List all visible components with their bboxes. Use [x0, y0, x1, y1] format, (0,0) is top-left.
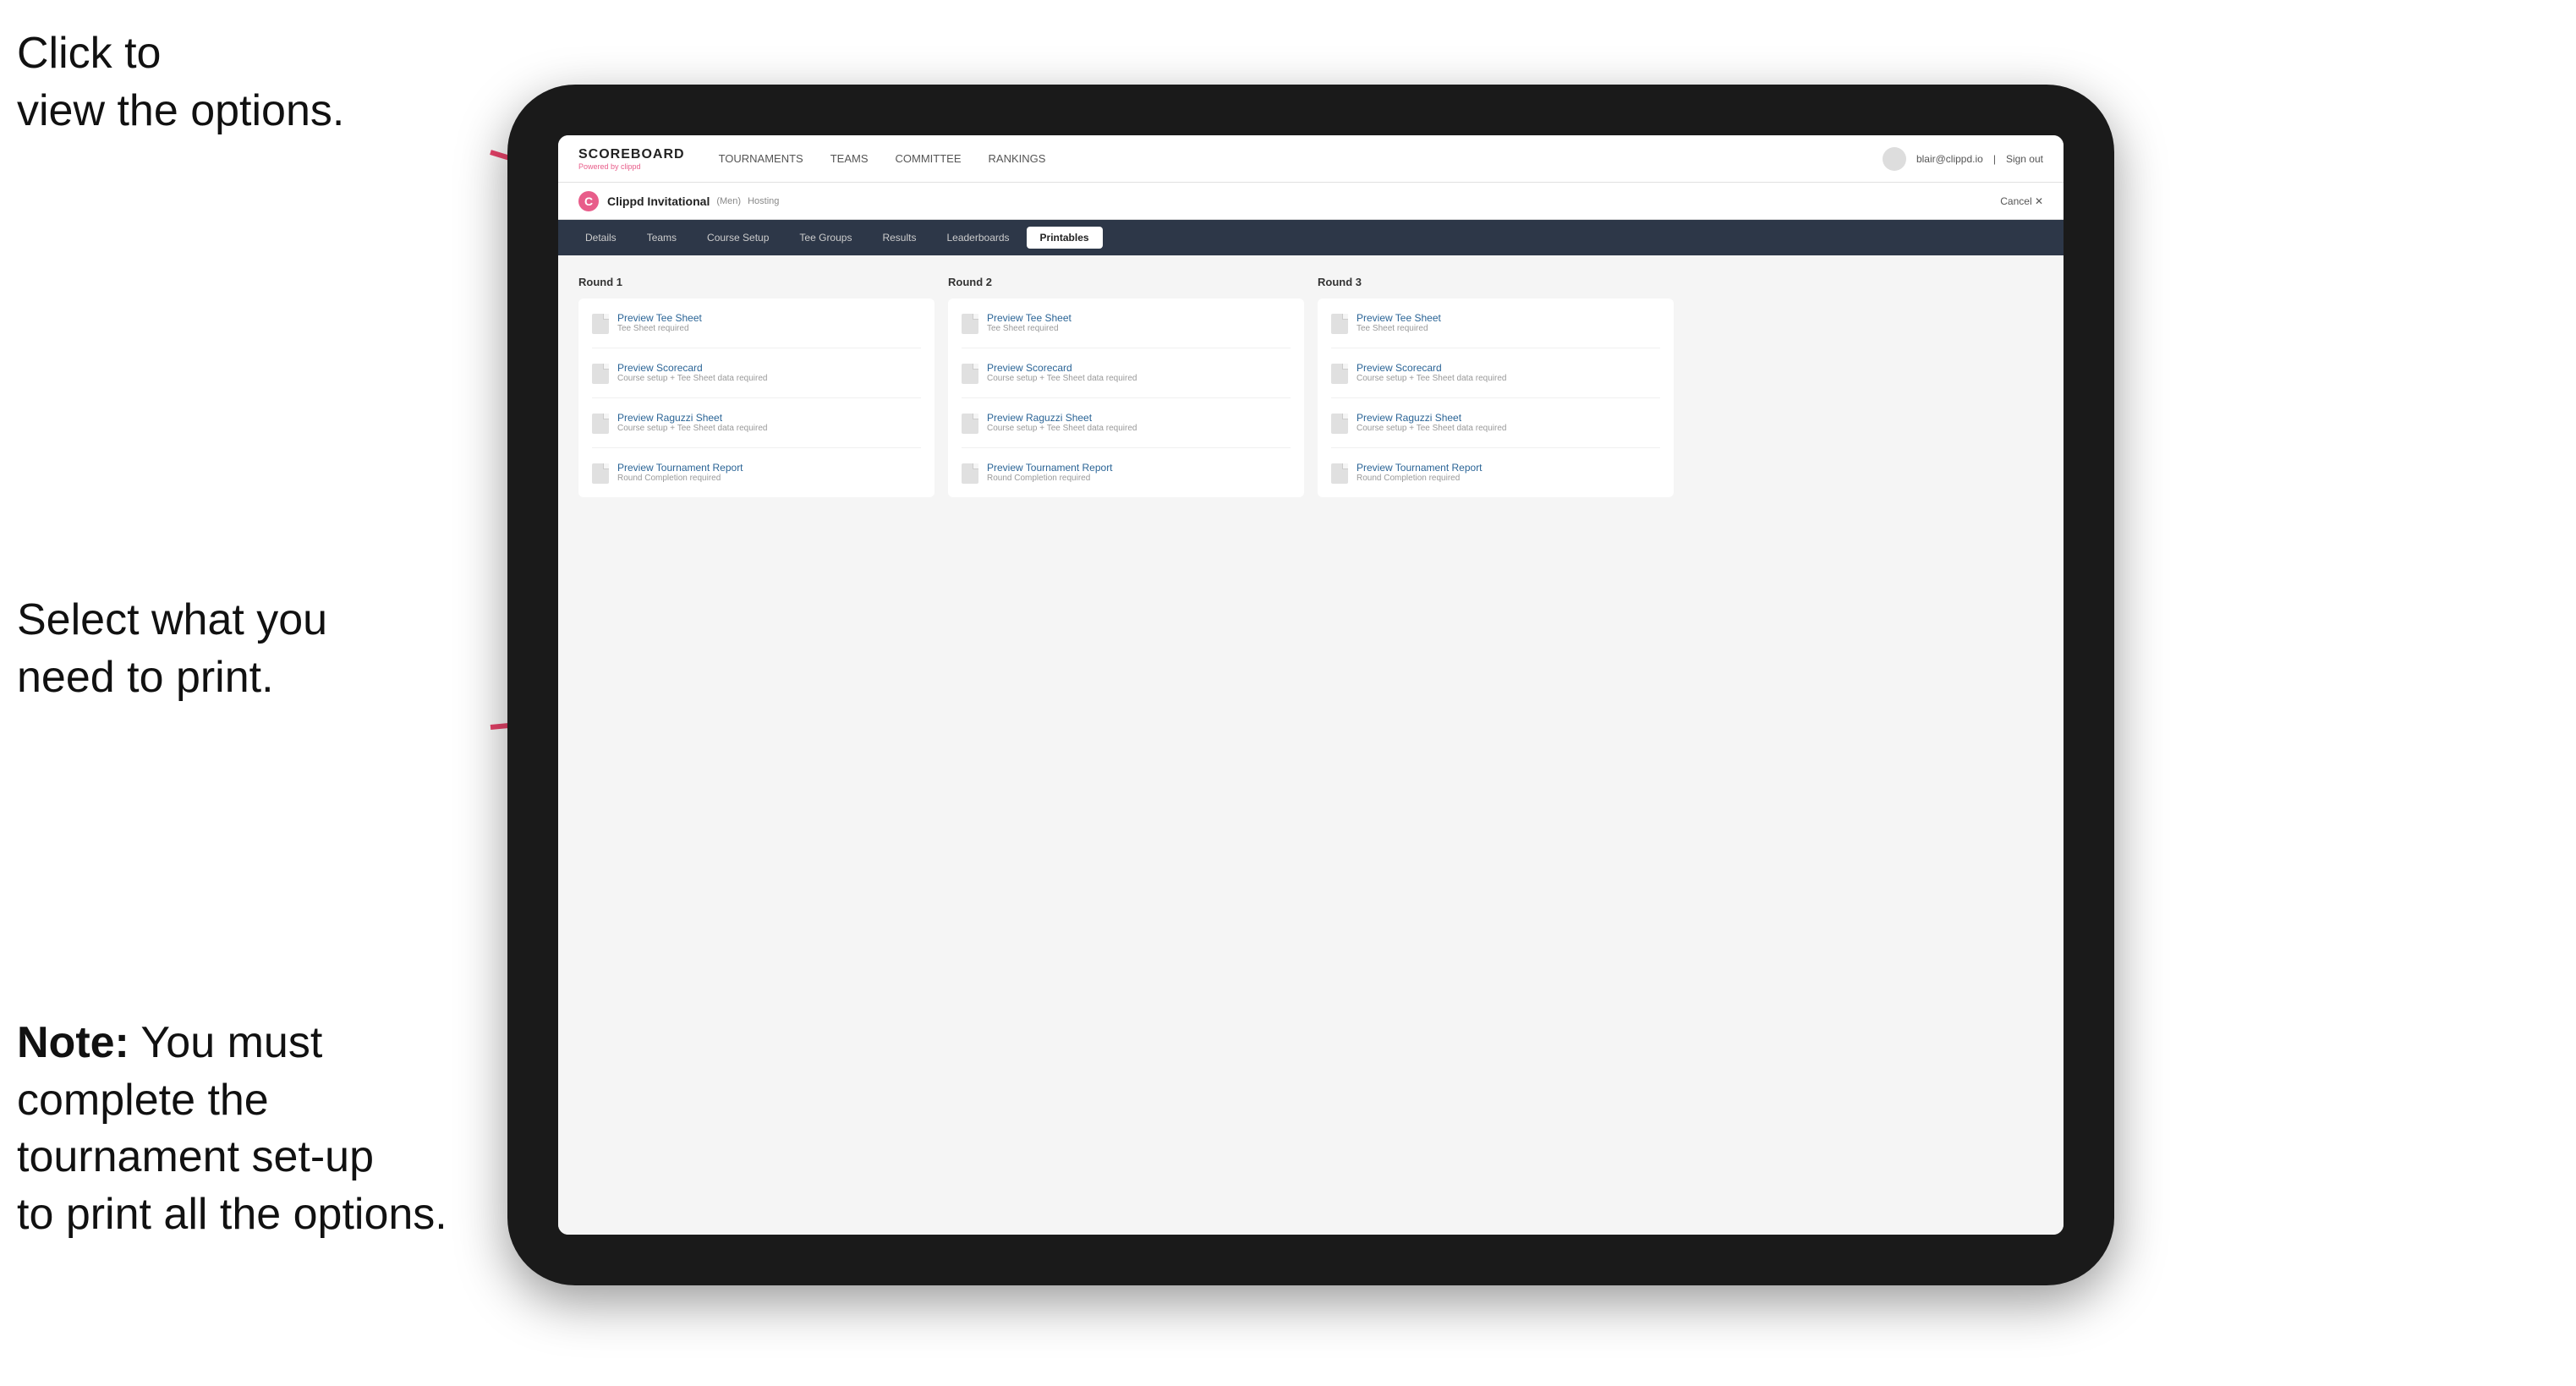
tournament-report-icon-r3: [1331, 463, 1348, 484]
round3-tournament-report[interactable]: Preview Tournament Report Round Completi…: [1331, 462, 1660, 484]
round2-scorecard[interactable]: Preview Scorecard Course setup + Tee She…: [962, 362, 1291, 384]
raguzzi-icon-r2: [962, 414, 978, 434]
round1-tee-sheet[interactable]: Preview Tee Sheet Tee Sheet required: [592, 312, 921, 334]
round1-scorecard[interactable]: Preview Scorecard Course setup + Tee She…: [592, 362, 921, 384]
separator: |: [1993, 153, 1996, 165]
round-1-column: Round 1 Preview Tee Sheet Tee Sheet requ…: [578, 276, 934, 497]
tournament-report-icon: [592, 463, 609, 484]
tab-leaderboards[interactable]: Leaderboards: [933, 227, 1022, 249]
tournament-logo: C: [578, 191, 599, 211]
tee-sheet-icon-r3: [1331, 314, 1348, 334]
round-2-column: Round 2 Preview Tee Sheet Tee Sheet requ…: [948, 276, 1304, 497]
round3-scorecard[interactable]: Preview Scorecard Course setup + Tee She…: [1331, 362, 1660, 384]
brand-sub: Powered by clippd: [578, 162, 685, 171]
tab-results[interactable]: Results: [869, 227, 929, 249]
round1-raguzzi[interactable]: Preview Raguzzi Sheet Course setup + Tee…: [592, 412, 921, 434]
nav-teams[interactable]: TEAMS: [830, 149, 869, 168]
main-content: Round 1 Preview Tee Sheet Tee Sheet requ…: [558, 255, 2064, 1235]
tournament-report-title: Preview Tournament Report: [617, 462, 743, 474]
round3-raguzzi[interactable]: Preview Raguzzi Sheet Course setup + Tee…: [1331, 412, 1660, 434]
tee-sheet-title: Preview Tee Sheet: [617, 312, 702, 324]
round2-raguzzi[interactable]: Preview Raguzzi Sheet Course setup + Tee…: [962, 412, 1291, 434]
tablet-screen: SCOREBOARD Powered by clippd TOURNAMENTS…: [558, 135, 2064, 1235]
divider: [1331, 397, 1660, 398]
round1-tournament-report[interactable]: Preview Tournament Report Round Completi…: [592, 462, 921, 484]
round-3-card: Preview Tee Sheet Tee Sheet required Pre…: [1318, 299, 1674, 497]
round-3-title: Round 3: [1318, 276, 1674, 288]
tab-course-setup[interactable]: Course Setup: [693, 227, 782, 249]
empty-column: [1687, 276, 2043, 497]
nav-tournaments[interactable]: TOURNAMENTS: [719, 149, 803, 168]
tablet-device: SCOREBOARD Powered by clippd TOURNAMENTS…: [507, 85, 2114, 1285]
cancel-button[interactable]: Cancel ✕: [2000, 195, 2043, 207]
tee-sheet-icon-r2: [962, 314, 978, 334]
tab-details[interactable]: Details: [572, 227, 630, 249]
raguzzi-sub: Course setup + Tee Sheet data required: [617, 424, 767, 433]
user-email: blair@clippd.io: [1916, 153, 1983, 165]
sub-header: C Clippd Invitational (Men) Hosting Canc…: [558, 183, 2064, 220]
round3-tee-sheet[interactable]: Preview Tee Sheet Tee Sheet required: [1331, 312, 1660, 334]
tab-teams[interactable]: Teams: [633, 227, 690, 249]
brand-title: SCOREBOARD: [578, 147, 685, 162]
rounds-container: Round 1 Preview Tee Sheet Tee Sheet requ…: [578, 276, 2043, 497]
divider: [962, 447, 1291, 448]
divider: [592, 447, 921, 448]
annotation-bottom: Note: You mustcomplete thetournament set…: [17, 1015, 491, 1243]
round-2-card: Preview Tee Sheet Tee Sheet required Pre…: [948, 299, 1304, 497]
round2-tee-sheet[interactable]: Preview Tee Sheet Tee Sheet required: [962, 312, 1291, 334]
nav-rankings[interactable]: RANKINGS: [989, 149, 1046, 168]
scorecard-sub: Course setup + Tee Sheet data required: [617, 374, 767, 383]
brand: SCOREBOARD Powered by clippd: [578, 147, 685, 171]
tournament-report-icon-r2: [962, 463, 978, 484]
scorecard-title: Preview Scorecard: [617, 362, 767, 374]
scorecard-icon-r2: [962, 364, 978, 384]
divider: [592, 397, 921, 398]
nav-committee[interactable]: COMMITTEE: [896, 149, 962, 168]
user-avatar: [1883, 147, 1906, 171]
tee-sheet-icon: [592, 314, 609, 334]
tournament-name: Clippd Invitational: [607, 194, 710, 208]
annotation-middle: Select what youneed to print.: [17, 592, 423, 706]
nav-links: TOURNAMENTS TEAMS COMMITTEE RANKINGS: [719, 149, 1883, 168]
sign-out-link[interactable]: Sign out: [2006, 153, 2043, 165]
round2-tournament-report[interactable]: Preview Tournament Report Round Completi…: [962, 462, 1291, 484]
raguzzi-icon: [592, 414, 609, 434]
hosting-badge: Hosting: [748, 196, 779, 206]
tab-printables[interactable]: Printables: [1027, 227, 1103, 249]
divider: [962, 397, 1291, 398]
round-3-column: Round 3 Preview Tee Sheet Tee Sheet requ…: [1318, 276, 1674, 497]
round-1-card: Preview Tee Sheet Tee Sheet required Pre…: [578, 299, 934, 497]
tournament-report-sub: Round Completion required: [617, 474, 743, 483]
tab-bar: Details Teams Course Setup Tee Groups Re…: [558, 220, 2064, 255]
tab-tee-groups[interactable]: Tee Groups: [786, 227, 865, 249]
round-1-title: Round 1: [578, 276, 934, 288]
annotation-top: Click toview the options.: [17, 25, 440, 140]
top-nav: SCOREBOARD Powered by clippd TOURNAMENTS…: [558, 135, 2064, 183]
raguzzi-icon-r3: [1331, 414, 1348, 434]
raguzzi-title: Preview Raguzzi Sheet: [617, 412, 767, 424]
divider: [1331, 447, 1660, 448]
round-2-title: Round 2: [948, 276, 1304, 288]
nav-right: blair@clippd.io | Sign out: [1883, 147, 2043, 171]
tournament-type: (Men): [716, 196, 741, 206]
scorecard-icon: [592, 364, 609, 384]
tee-sheet-sub: Tee Sheet required: [617, 324, 702, 333]
scorecard-icon-r3: [1331, 364, 1348, 384]
